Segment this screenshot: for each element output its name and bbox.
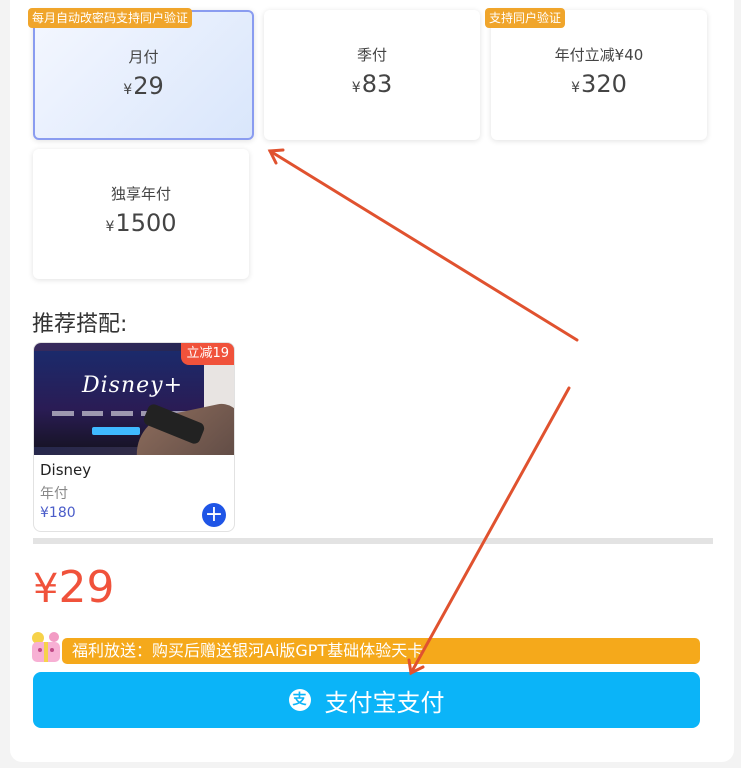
currency-symbol: ¥ — [123, 82, 133, 98]
plan-price: ¥83 — [264, 70, 480, 98]
pay-button-label: 支付宝支付 — [324, 688, 445, 717]
plan-price: ¥1500 — [33, 209, 249, 237]
add-addon-button[interactable]: + — [202, 503, 226, 527]
currency-symbol: ¥ — [571, 80, 581, 96]
currency-symbol: ¥ — [351, 80, 361, 96]
plan-price-value: 83 — [361, 70, 393, 98]
plan-price: ¥320 — [491, 70, 707, 98]
plan-tag-yearly: 支持同户验证 — [485, 8, 566, 28]
plan-name: 独享年付 — [110, 185, 171, 203]
plan-card-monthly[interactable]: 月付 ¥29 — [33, 10, 254, 140]
gift-icon — [32, 632, 60, 662]
plan-name: 月付 — [128, 48, 159, 66]
plan-card-yearly[interactable]: 年付立减¥40 ¥320 — [491, 10, 707, 140]
plan-price-value: 320 — [581, 70, 627, 98]
plan-card-quarterly[interactable]: 季付 ¥83 — [264, 10, 480, 140]
plan-name: 年付立减¥40 — [554, 46, 644, 64]
addon-card-disney[interactable]: Disney+ 立减19 Disney 年付 ¥180 + — [33, 342, 235, 532]
total-amount: 29 — [58, 562, 115, 613]
plan-price-value: 1500 — [115, 209, 177, 237]
plan-card-exclusive-yearly[interactable]: 独享年付 ¥1500 — [33, 149, 249, 279]
plus-icon: + — [204, 502, 224, 527]
currency-symbol: ¥ — [105, 219, 115, 235]
currency-symbol: ¥ — [33, 566, 59, 612]
alipay-pay-button[interactable]: 支 支付宝支付 — [33, 672, 700, 728]
alipay-icon: 支 — [288, 689, 311, 711]
total-price: ¥29 — [33, 562, 114, 613]
promo-text: 福利放送：购买后赠送银河Ai版GPT基础体验天卡 — [72, 641, 424, 660]
recommend-title: 推荐搭配: — [32, 312, 128, 337]
plan-price: ¥29 — [35, 72, 252, 100]
promo-banner: 福利放送：购买后赠送银河Ai版GPT基础体验天卡 — [62, 638, 700, 664]
addon-period: 年付 — [40, 486, 68, 502]
disney-logo: Disney+ — [82, 373, 184, 398]
plan-tag-monthly: 每月自动改密码支持同户验证 — [28, 8, 193, 28]
addon-name: Disney — [40, 461, 92, 479]
addon-price: ¥180 — [40, 505, 76, 521]
plan-price-value: 29 — [133, 72, 164, 100]
plan-name: 季付 — [356, 46, 387, 64]
screen-highlight — [92, 427, 140, 435]
divider — [33, 538, 713, 544]
discount-badge: 立减19 — [181, 343, 234, 365]
